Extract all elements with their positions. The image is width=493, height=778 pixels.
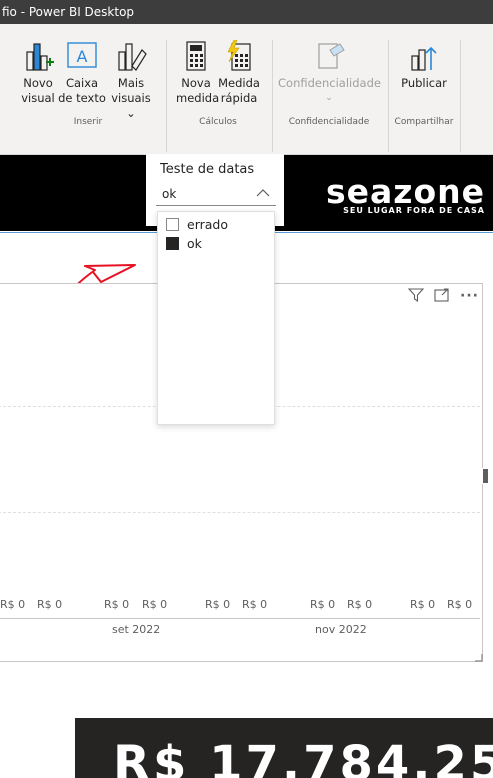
visual-header: ··· — [407, 288, 479, 306]
quick-measure-button[interactable]: Medida rápida — [218, 39, 260, 106]
slicer-options-list: errado ok — [157, 211, 275, 425]
ribbon-divider — [272, 40, 273, 152]
new-visual-label: Novo visual — [21, 76, 55, 105]
chevron-down-icon: ⌄ — [325, 93, 333, 103]
new-measure-label: Nova medida — [176, 76, 220, 105]
slicer-option-label: ok — [187, 236, 202, 251]
slicer-dropdown[interactable]: ok — [156, 183, 276, 206]
publish-label: Publicar — [401, 76, 447, 90]
focus-mode-icon[interactable] — [434, 288, 450, 306]
text-box-label: Caixa de texto — [58, 76, 106, 105]
slicer-selected-value: ok — [162, 187, 177, 201]
quick-measure-icon — [222, 39, 256, 72]
data-label: R$ 0 — [347, 598, 373, 611]
data-label: R$ 0 — [37, 598, 63, 611]
new-visual-button[interactable]: Novo visual — [18, 40, 58, 106]
publish-button[interactable]: Publicar — [398, 40, 450, 91]
quick-measure-label: Medida rápida — [218, 76, 260, 105]
data-label: R$ 0 — [104, 598, 130, 611]
sensitivity-group-label: Confidencialidade — [288, 117, 370, 127]
kpi-value: R$ 17.784.256 — [113, 736, 493, 778]
data-label: R$ 0 — [447, 598, 473, 611]
x-axis-label: nov 2022 — [315, 623, 367, 636]
sensitivity-label-icon — [312, 40, 346, 72]
ribbon-divider — [460, 40, 461, 152]
data-label: R$ 0 — [0, 598, 26, 611]
calculator-icon — [179, 40, 213, 72]
more-options-icon[interactable]: ··· — [460, 288, 479, 306]
new-measure-button[interactable]: Nova medida — [176, 40, 220, 106]
calculations-group-label: Cálculos — [199, 117, 237, 127]
filter-icon[interactable] — [407, 288, 425, 306]
publish-icon — [407, 40, 441, 72]
sensitivity-button[interactable]: Confidencialidade ⌄ — [278, 40, 381, 106]
slicer-option-label: errado — [187, 217, 228, 232]
resize-handle-icon[interactable] — [475, 654, 483, 662]
more-visuals-button[interactable]: Mais visuais ⌄ — [106, 40, 156, 121]
sensitivity-label: Confidencialidade — [278, 76, 381, 90]
more-visuals-label: Mais visuais ⌄ — [111, 76, 151, 120]
data-label: R$ 0 — [142, 598, 168, 611]
more-visuals-icon — [114, 40, 148, 72]
brand-tagline: SEU LUGAR FORA DE CASA — [343, 206, 485, 215]
slicer-option-ok[interactable]: ok — [166, 236, 202, 251]
x-axis-label: set 2022 — [112, 623, 161, 636]
data-label: R$ 0 — [410, 598, 436, 611]
gridline — [0, 512, 480, 513]
data-label: R$ 0 — [205, 598, 231, 611]
text-box-button[interactable]: A Caixa de texto — [58, 40, 106, 106]
checkbox-checked[interactable] — [166, 237, 179, 250]
ribbon-divider — [166, 40, 167, 152]
data-label: R$ 0 — [242, 598, 268, 611]
slicer-option-errado[interactable]: errado — [166, 217, 228, 232]
slicer-title: Teste de datas — [160, 162, 255, 177]
window-title-bar: fio - Power BI Desktop — [0, 0, 493, 24]
bar-chart-icon — [21, 40, 55, 72]
chevron-up-icon — [256, 183, 270, 205]
kpi-card[interactable]: R$ 17.784.256 — [75, 718, 493, 778]
insert-group-label: Inserir — [73, 117, 103, 127]
visual-scroll-handle[interactable] — [482, 468, 489, 484]
window-title: fio - Power BI Desktop — [2, 5, 135, 19]
svg-text:A: A — [77, 47, 88, 66]
x-axis-line — [0, 618, 480, 619]
text-box-icon: A — [65, 40, 99, 72]
checkbox[interactable] — [166, 218, 179, 231]
data-label: R$ 0 — [310, 598, 336, 611]
share-group-label: Compartilhar — [394, 117, 454, 127]
ribbon-divider — [388, 40, 389, 152]
